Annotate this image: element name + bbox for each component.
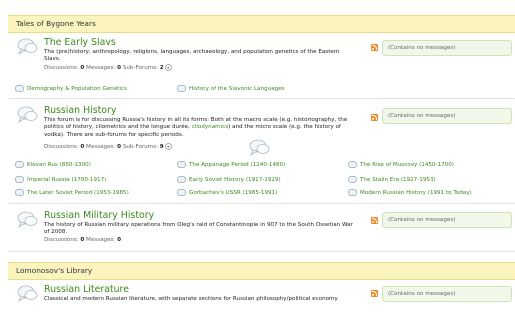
subforum-link[interactable]: Early Soviet History (1917-1929) — [177, 176, 281, 183]
small-speech-bubble-icon — [177, 161, 186, 168]
subforum-label: Modern Russian History (1991 to Today) — [360, 190, 472, 196]
small-speech-bubble-icon — [177, 85, 186, 92]
discussions-count: 0 — [80, 237, 85, 243]
forum-row-russian-literature: Russian Literature Classical and modern … — [8, 281, 515, 321]
last-post-text: (Contains no messages) — [388, 290, 456, 297]
subforum-label: Demography & Population Genetics — [27, 86, 127, 92]
subforum-label: Imperial Russia (1700-1917) — [27, 177, 107, 183]
subforums-label: Sub-Forums: — [122, 144, 159, 150]
subforums-label: Sub-Forums: — [122, 65, 159, 71]
messages-label: Messages: — [86, 65, 116, 71]
forum-stats: Discussions: 0 Messages: 0 Sub-Forums: 2… — [44, 64, 172, 71]
discussions-count: 0 — [80, 144, 85, 150]
subforum-link[interactable]: The Rise of Muscovy (1450-1700) — [348, 161, 454, 168]
messages-count: 0 — [117, 65, 122, 71]
forum-title[interactable]: Russian Literature — [44, 284, 129, 295]
subforum-link[interactable]: Demography & Population Genetics — [15, 85, 127, 92]
forum-row-russian-history: Russian History This forum is for discus… — [8, 102, 515, 204]
rss-feed-icon[interactable] — [371, 114, 378, 121]
small-speech-bubble-icon — [15, 161, 24, 168]
subforum-label: The Rise of Muscovy (1450-1700) — [360, 162, 454, 168]
subforum-label: Early Soviet History (1917-1929) — [189, 177, 281, 183]
subforum-link[interactable]: Modern Russian History (1991 to Today) — [348, 189, 472, 196]
forum-title[interactable]: The Early Slavs — [44, 37, 116, 48]
last-post-box: (Contains no messages) — [382, 40, 512, 56]
speech-bubble-icon — [17, 38, 38, 55]
category-title[interactable]: Lomonosov's Library — [16, 266, 92, 275]
category-header: Tales of Bygone Years — [8, 15, 515, 33]
small-speech-bubble-icon — [177, 176, 186, 183]
discussions-count: 0 — [80, 65, 85, 71]
forum-description: The (pre)history, anthropology, religion… — [44, 49, 340, 63]
speech-bubble-icon — [17, 211, 38, 228]
subforum-link[interactable]: Gorbachev's USSR (1985-1991) — [177, 189, 277, 196]
small-speech-bubble-icon — [15, 85, 24, 92]
subforum-label: Gorbachev's USSR (1985-1991) — [189, 190, 278, 196]
subforum-link[interactable]: The Later Soviet Period (1953-1985) — [15, 189, 129, 196]
messages-label: Messages: — [86, 144, 116, 150]
messages-label: Messages: — [86, 237, 116, 243]
chevron-down-icon[interactable]: ▾ — [164, 64, 172, 71]
small-speech-bubble-icon — [177, 189, 186, 196]
speech-bubble-icon — [17, 285, 38, 302]
subforum-label: History of the Slavonic Languages — [189, 86, 285, 92]
subforum-link[interactable]: Imperial Russia (1700-1917) — [15, 176, 106, 183]
small-speech-bubble-icon — [15, 176, 24, 183]
last-post-box: (Contains no messages) — [382, 212, 512, 228]
subforum-link[interactable]: Kievan Rus (850-1300) — [15, 161, 91, 168]
rss-feed-icon[interactable] — [371, 44, 378, 51]
forum-description: This forum is for discussing Russia's hi… — [44, 117, 354, 139]
discussions-label: Discussions: — [44, 237, 79, 243]
discussions-label: Discussions: — [44, 144, 79, 150]
last-post-text: (Contains no messages) — [388, 44, 456, 51]
chevron-down-icon[interactable]: ▾ — [164, 143, 172, 150]
subforum-label: The Appanage Period (1240-1480) — [189, 162, 286, 168]
last-post-text: (Contains no messages) — [388, 112, 456, 119]
forum-title[interactable]: Russian History — [44, 105, 116, 116]
last-post-box: (Contains no messages) — [382, 108, 512, 124]
forum-stats: Discussions: 0 Messages: 0 — [44, 237, 121, 243]
discussions-label: Discussions: — [44, 65, 79, 71]
subforum-label: The Stalin Era (1927-1953) — [360, 177, 436, 183]
small-speech-bubble-icon — [348, 161, 357, 168]
messages-count: 0 — [117, 237, 122, 243]
subforum-link[interactable]: The Appanage Period (1240-1480) — [177, 161, 285, 168]
rss-feed-icon[interactable] — [371, 217, 378, 224]
forum-row-early-slavs: The Early Slavs The (pre)history, anthro… — [8, 34, 515, 99]
subforum-label: The Later Soviet Period (1953-1985) — [27, 190, 129, 196]
forum-description: The history of Russian military operatio… — [44, 222, 353, 236]
speech-bubble-icon — [17, 106, 38, 123]
subforum-link[interactable]: History of the Slavonic Languages — [177, 85, 285, 92]
small-speech-bubble-icon — [348, 176, 357, 183]
small-speech-bubble-icon — [348, 189, 357, 196]
category-header: Lomonosov's Library — [8, 262, 515, 280]
subforums-count: 9 — [159, 144, 164, 150]
last-post-text: (Contains no messages) — [388, 216, 456, 223]
forum-row-military-history: Russian Military History The history of … — [8, 207, 515, 252]
small-speech-bubble-icon — [15, 189, 24, 196]
cliodynamics-link[interactable]: cliodynamics — [192, 124, 228, 130]
speech-bubble-icon — [249, 139, 270, 156]
subforum-link[interactable]: The Stalin Era (1927-1953) — [348, 176, 436, 183]
messages-count: 0 — [117, 144, 122, 150]
subforums-count: 2 — [159, 65, 164, 71]
forum-stats: Discussions: 0 Messages: 0 Sub-Forums: 9… — [44, 143, 172, 150]
subforum-label: Kievan Rus (850-1300) — [27, 162, 91, 168]
rss-feed-icon[interactable] — [371, 290, 378, 297]
category-title[interactable]: Tales of Bygone Years — [16, 19, 96, 28]
forum-title[interactable]: Russian Military History — [44, 210, 154, 221]
